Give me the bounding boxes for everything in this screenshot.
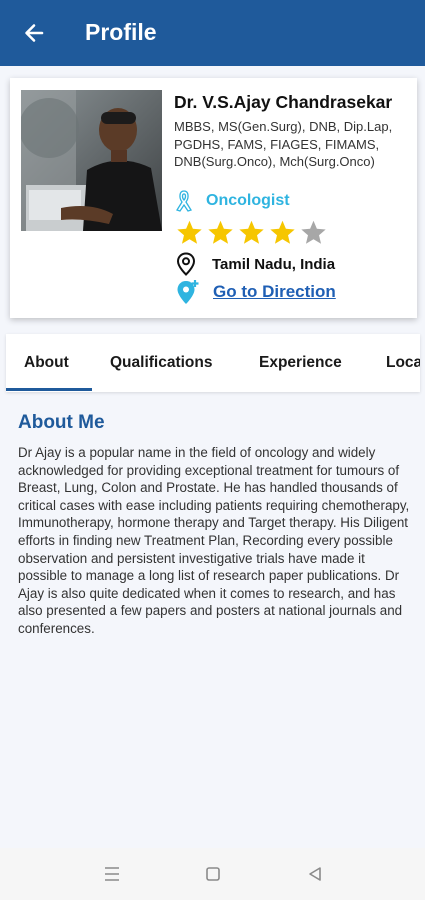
tab-qualifications[interactable]: Qualifications <box>110 334 213 392</box>
profile-tabs: About Qualifications Experience Location <box>6 334 420 392</box>
recent-apps-icon <box>105 867 119 881</box>
location-label: Tamil Nadu, India <box>212 255 336 273</box>
location-row: Tamil Nadu, India <box>176 252 335 276</box>
awareness-ribbon-icon <box>176 190 192 212</box>
rating-stars <box>176 219 331 246</box>
about-heading: About Me <box>18 412 105 433</box>
home-button[interactable] <box>201 862 225 886</box>
system-back-button[interactable] <box>303 862 327 886</box>
doctor-name: Dr. V.S.Ajay Chandrasekar <box>174 92 393 112</box>
star-icon <box>239 220 264 244</box>
direction-row[interactable]: Go to Direction <box>176 279 336 305</box>
back-button[interactable] <box>18 17 50 49</box>
tab-location[interactable]: Location <box>386 334 420 392</box>
back-triangle-icon <box>309 867 321 881</box>
system-nav-bar <box>0 848 425 900</box>
specialty-label: Oncologist <box>206 192 290 209</box>
app-bar: Profile <box>0 0 425 66</box>
active-tab-indicator <box>6 388 92 391</box>
page-title: Profile <box>85 19 157 45</box>
about-body: Dr Ajay is a popular name in the field o… <box>18 445 410 636</box>
star-icon <box>177 220 202 244</box>
star-icon <box>208 220 233 244</box>
star-empty-icon <box>301 220 326 244</box>
doctor-profile-card: Dr. V.S.Ajay Chandrasekar MBBS, MS(Gen.S… <box>10 78 417 318</box>
specialty-row: Oncologist <box>174 190 290 212</box>
home-icon <box>206 867 220 881</box>
tab-about[interactable]: About <box>24 334 69 392</box>
doctor-photo <box>21 90 162 231</box>
star-icon <box>270 220 295 244</box>
map-pin-icon <box>176 252 196 276</box>
add-location-icon <box>177 280 199 304</box>
doctor-qualifications: MBBS, MS(Gen.Surg), DNB, Dip.Lap, PGDHS,… <box>174 119 393 169</box>
go-to-direction-link[interactable]: Go to Direction <box>213 282 336 302</box>
recent-apps-button[interactable] <box>100 862 124 886</box>
tab-experience[interactable]: Experience <box>259 334 342 392</box>
arrow-left-icon <box>25 24 44 42</box>
